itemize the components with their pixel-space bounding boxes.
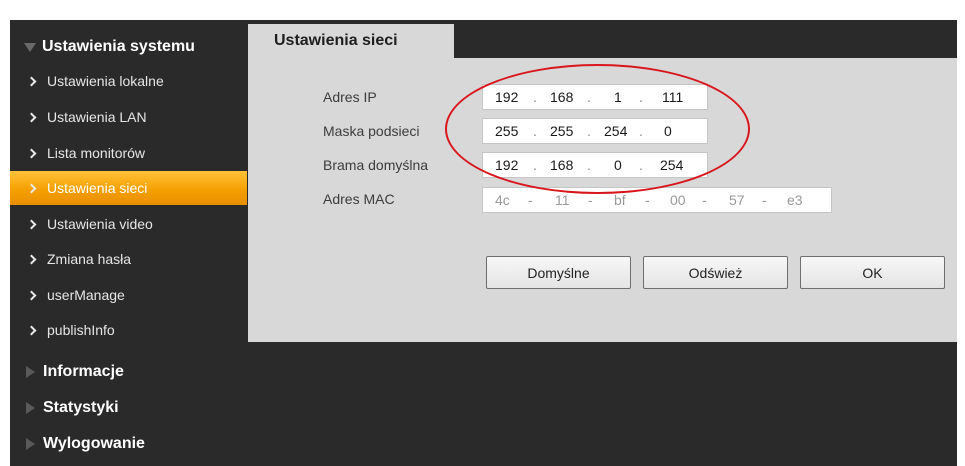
triangle-right-icon [26,366,35,378]
menu-logout-label: Wylogowanie [43,435,145,452]
ok-button-label: OK [862,264,883,281]
mac-byte-2: 11 [555,192,570,208]
chevron-right-icon [26,219,37,229]
sidebar-item-lan-settings[interactable]: Ustawienia LAN [10,100,247,134]
sidebar-item-label: Zmiana hasła [47,251,132,267]
tab-label: Ustawienia sieci [274,32,398,49]
mac-byte-3: bf [614,192,626,208]
chevron-right-icon [26,290,37,300]
default-button[interactable]: Domyślne [486,256,631,289]
default-gateway-label: Brama domyślna [323,157,429,173]
annotation-oval [445,64,750,194]
triangle-down-icon [24,42,36,52]
mac-byte-1: 4c [495,192,510,208]
refresh-button-label: Odśwież [688,264,743,281]
sidebar-item-label: Ustawienia sieci [47,180,148,196]
sidebar-item-label: Ustawienia LAN [47,109,147,125]
chevron-right-icon [26,183,37,193]
sidebar-item-monitor-list[interactable]: Lista monitorów [10,136,247,170]
sidebar-item-publish-info[interactable]: publishInfo [10,313,247,347]
menu-information[interactable]: Informacje [10,355,247,389]
mac-separator: - [528,192,533,208]
sidebar: Ustawienia systemu Ustawienia lokalne Us… [10,20,247,466]
refresh-button[interactable]: Odśwież [643,256,788,289]
chevron-right-icon [26,112,37,122]
triangle-right-icon [26,402,35,414]
mac-separator: - [702,192,707,208]
mac-byte-6: e3 [787,192,803,208]
menu-information-label: Informacje [43,363,124,380]
chevron-right-icon [26,325,37,335]
sidebar-item-label: userManage [47,287,125,303]
mac-separator: - [645,192,650,208]
menu-logout[interactable]: Wylogowanie [10,427,247,461]
menu-system-settings[interactable]: Ustawienia systemu [10,30,247,64]
tab-network-settings[interactable]: Ustawienia sieci [248,24,454,58]
mac-byte-5: 57 [729,192,745,208]
menu-statistics[interactable]: Statystyki [10,391,247,425]
sidebar-item-label: Lista monitorów [47,145,146,161]
sidebar-item-change-password[interactable]: Zmiana hasła [10,242,247,276]
mac-byte-4: 00 [670,192,686,208]
triangle-right-icon [26,438,35,450]
subnet-mask-label: Maska podsieci [323,123,420,139]
chevron-right-icon [26,76,37,86]
sidebar-item-network-settings[interactable]: Ustawienia sieci [10,171,247,205]
sidebar-item-label: publishInfo [47,322,115,338]
default-button-label: Domyślne [527,264,590,281]
mac-separator: - [588,192,593,208]
mac-separator: - [762,192,767,208]
mac-address-field: 4c - 11 - bf - 00 - 57 - e3 [482,187,832,213]
chevron-right-icon [26,254,37,264]
chevron-right-icon [26,148,37,158]
sidebar-item-video-settings[interactable]: Ustawienia video [10,207,247,241]
sidebar-item-label: Ustawienia lokalne [47,73,164,89]
mac-address-label: Adres MAC [323,191,395,207]
ok-button[interactable]: OK [800,256,945,289]
sidebar-item-local-settings[interactable]: Ustawienia lokalne [10,64,247,98]
menu-system-settings-label: Ustawienia systemu [42,38,195,55]
ip-address-label: Adres IP [323,89,377,105]
sidebar-item-user-manage[interactable]: userManage [10,278,247,312]
menu-statistics-label: Statystyki [43,399,119,416]
sidebar-item-label: Ustawienia video [47,216,153,232]
